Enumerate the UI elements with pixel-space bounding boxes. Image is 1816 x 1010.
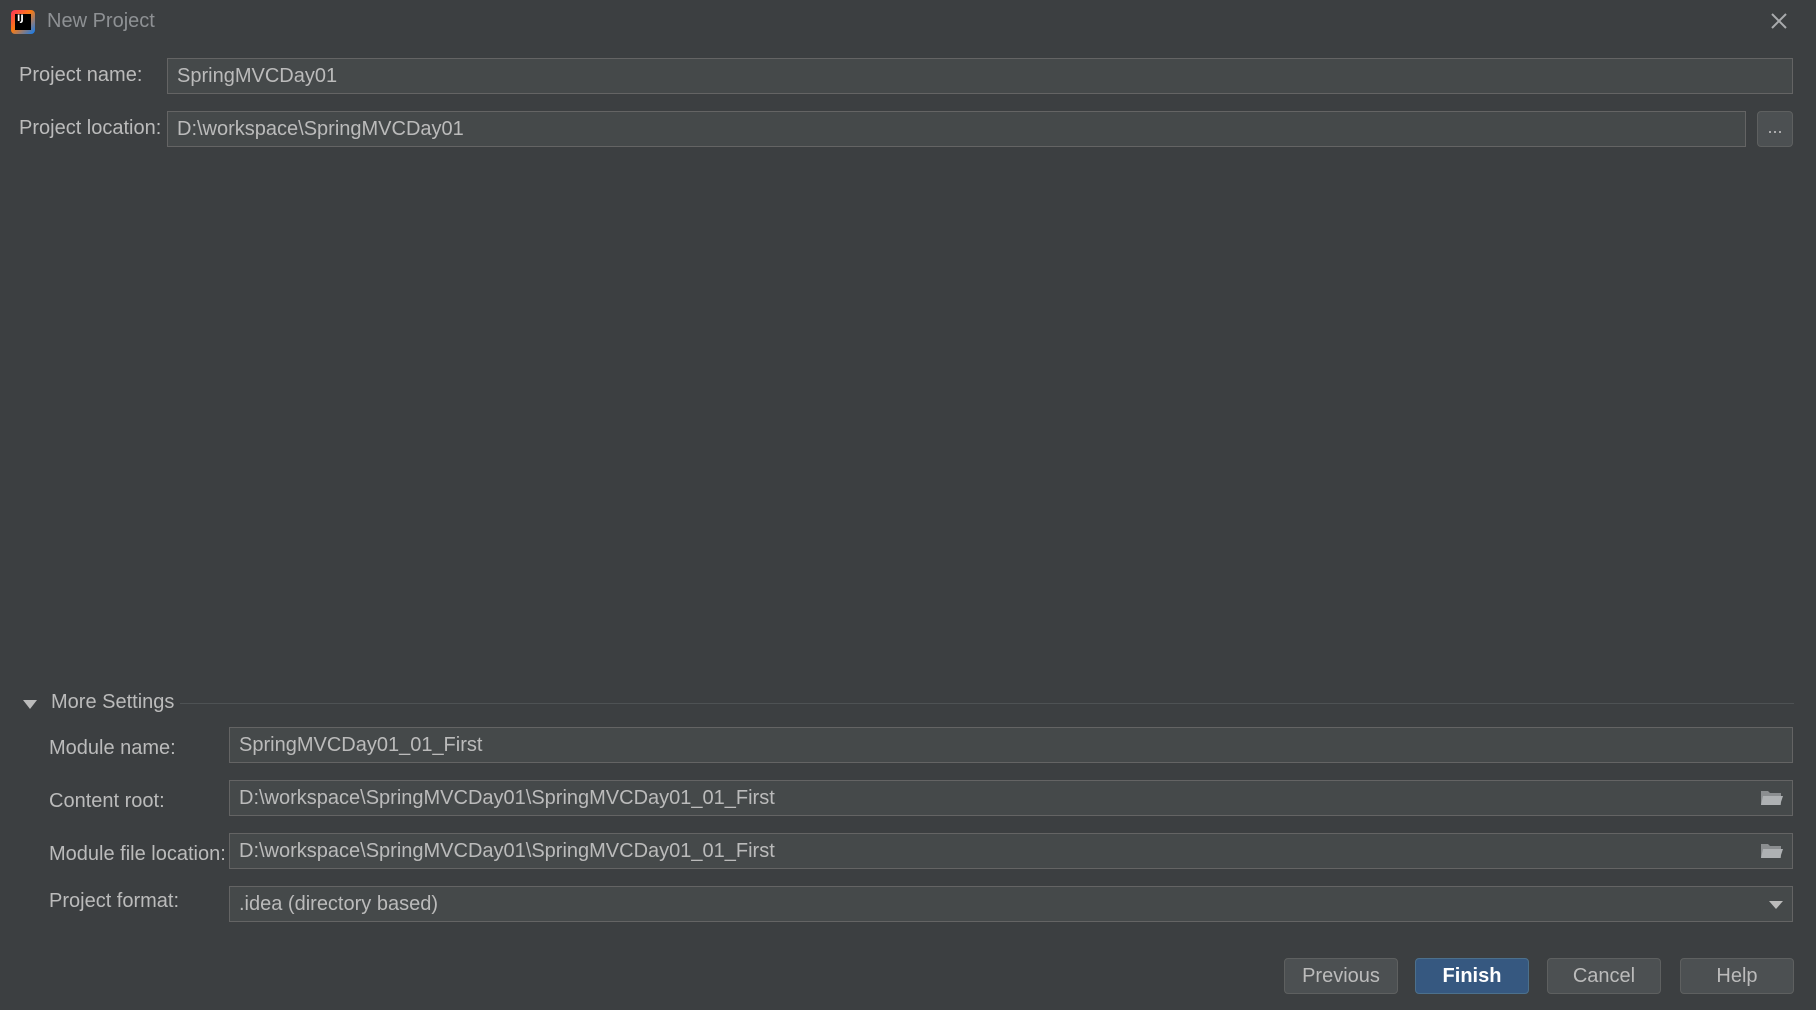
module-file-location-input[interactable]: D:\workspace\SpringMVCDay01\SpringMVCDay… xyxy=(229,833,1793,869)
module-name-input[interactable]: SpringMVCDay01_01_First xyxy=(229,727,1793,763)
window-title: New Project xyxy=(47,10,155,32)
project-format-label: Project format: xyxy=(49,890,180,912)
intellij-logo-icon: IJ xyxy=(11,10,35,34)
title-bar: IJ New Project xyxy=(0,0,1816,44)
project-format-value: .idea (directory based) xyxy=(239,893,438,915)
folder-icon[interactable] xyxy=(1760,789,1784,807)
cancel-button[interactable]: Cancel xyxy=(1547,958,1661,994)
more-settings-label: More Settings xyxy=(51,691,175,713)
close-icon xyxy=(1771,13,1787,29)
project-location-label: Project location: xyxy=(19,117,162,139)
logo-text: IJ xyxy=(15,14,31,30)
section-divider xyxy=(180,703,1794,704)
project-format-select[interactable]: .idea (directory based) xyxy=(229,886,1793,922)
content-root-label: Content root: xyxy=(49,790,165,812)
browse-button[interactable]: ... xyxy=(1757,111,1793,147)
module-name-label: Module name: xyxy=(49,737,176,759)
project-location-input[interactable]: D:\workspace\SpringMVCDay01 xyxy=(167,111,1746,147)
module-file-location-label: Module file location: xyxy=(49,843,226,865)
chevron-down-icon xyxy=(1769,901,1783,909)
project-name-label: Project name: xyxy=(19,64,143,86)
previous-button[interactable]: Previous xyxy=(1284,958,1398,994)
folder-icon[interactable] xyxy=(1760,842,1784,860)
module-file-location-value: D:\workspace\SpringMVCDay01\SpringMVCDay… xyxy=(239,840,775,862)
content-root-value: D:\workspace\SpringMVCDay01\SpringMVCDay… xyxy=(239,787,775,809)
finish-button[interactable]: Finish xyxy=(1415,958,1529,994)
close-button[interactable] xyxy=(1766,8,1792,34)
project-name-input[interactable]: SpringMVCDay01 xyxy=(167,58,1793,94)
help-button[interactable]: Help xyxy=(1680,958,1794,994)
chevron-down-icon xyxy=(23,700,37,709)
content-root-input[interactable]: D:\workspace\SpringMVCDay01\SpringMVCDay… xyxy=(229,780,1793,816)
